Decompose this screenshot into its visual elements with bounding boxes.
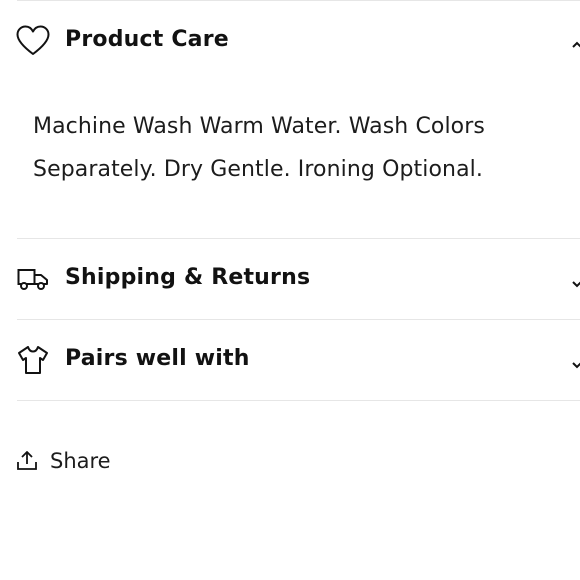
accordion-shipping-title: Shipping & Returns <box>65 265 311 290</box>
heart-icon <box>16 24 50 58</box>
chevron-down-icon <box>572 275 580 288</box>
shirt-icon <box>16 343 50 377</box>
accordion-product-care-content: Machine Wash Warm Water. Wash Colors Sep… <box>33 114 485 182</box>
accordion-shipping-header[interactable]: Shipping & Returns <box>0 251 580 307</box>
divider <box>17 400 580 401</box>
accordion-product-care-title: Product Care <box>65 27 229 52</box>
accordion-pairs-title: Pairs well with <box>65 346 250 371</box>
accordion-pairs-header[interactable]: Pairs well with <box>0 332 580 388</box>
divider-top <box>17 0 580 1</box>
share-label: Share <box>50 449 111 473</box>
divider <box>17 319 580 320</box>
chevron-down-icon <box>572 356 580 369</box>
chevron-up-icon <box>572 36 580 48</box>
divider <box>17 238 580 239</box>
share-icon <box>16 450 38 472</box>
truck-icon <box>16 262 50 296</box>
share-button[interactable]: Share <box>16 444 111 478</box>
accordion-product-care-header[interactable]: Product Care <box>0 13 580 69</box>
